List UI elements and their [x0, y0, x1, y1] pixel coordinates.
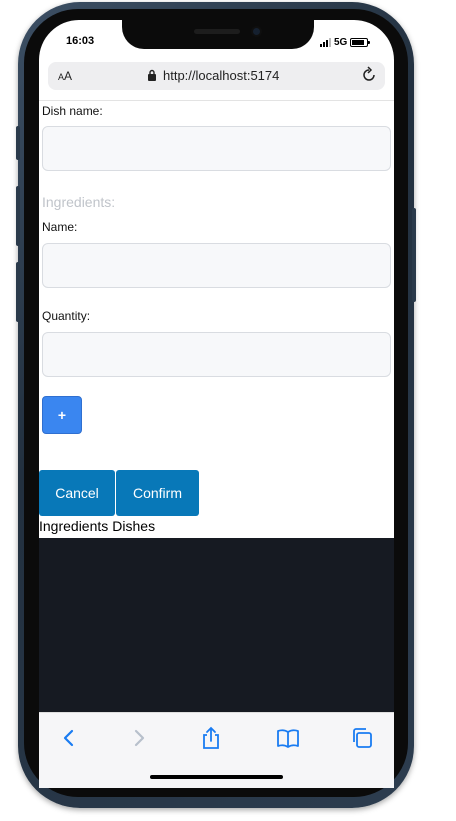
forward-icon[interactable] — [130, 726, 148, 750]
ingredient-name-label: Name: — [42, 220, 78, 234]
url-text: http://localhost:5174 — [163, 68, 280, 83]
confirm-button[interactable]: Confirm — [116, 470, 199, 516]
notch — [122, 20, 314, 49]
home-indicator — [150, 775, 283, 779]
dark-panel — [39, 538, 394, 712]
cancel-button[interactable]: Cancel — [39, 470, 115, 516]
quantity-input[interactable] — [42, 332, 391, 377]
signal-icon — [320, 37, 331, 47]
tabs-icon[interactable] — [350, 726, 374, 750]
nav-link-ingredients[interactable]: Ingredients — [39, 518, 108, 534]
status-indicators: 5G — [320, 36, 371, 48]
reload-icon[interactable] — [360, 66, 378, 84]
bookmarks-icon[interactable] — [275, 726, 301, 750]
quantity-label: Quantity: — [42, 309, 91, 323]
bottom-nav: Ingredients Dishes — [39, 518, 155, 534]
status-time: 16:03 — [66, 35, 95, 47]
ingredients-heading: Ingredients: — [42, 194, 116, 210]
front-camera — [251, 26, 262, 37]
power-button — [412, 208, 416, 302]
volume-down-button — [16, 262, 20, 322]
add-ingredient-button[interactable]: + — [42, 396, 82, 434]
divider — [39, 100, 394, 101]
volume-up-button — [16, 186, 20, 246]
battery-icon — [350, 37, 371, 47]
share-icon[interactable] — [200, 726, 222, 750]
network-type: 5G — [334, 36, 348, 48]
lock-icon — [148, 69, 156, 81]
dish-name-label: Dish name: — [42, 104, 103, 118]
mute-switch — [16, 126, 20, 160]
ingredient-name-input[interactable] — [42, 243, 391, 288]
earpiece-speaker — [194, 29, 240, 34]
text-size-button[interactable]: AAAA — [58, 69, 72, 83]
dish-name-input[interactable] — [42, 126, 391, 171]
nav-link-dishes[interactable]: Dishes — [112, 518, 155, 534]
back-icon[interactable] — [60, 726, 78, 750]
